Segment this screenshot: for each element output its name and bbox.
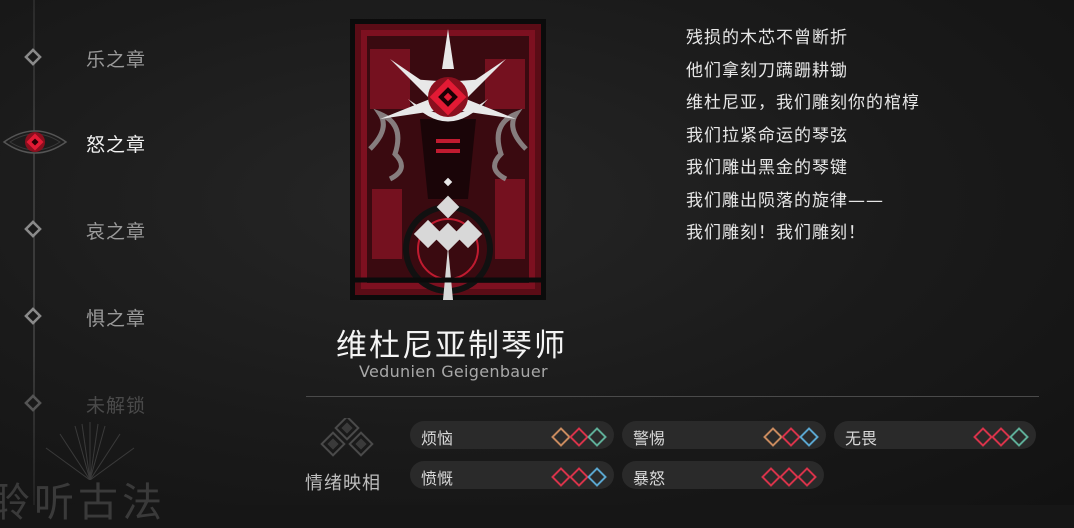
chapter-label: 哀之章 — [86, 221, 147, 243]
section-divider — [306, 396, 1039, 397]
poem-line: 残损的木芯不曾断折 — [686, 28, 848, 48]
diamond-icon — [24, 48, 42, 66]
emotion-label: 暴怒 — [633, 469, 666, 488]
red-gem-icon — [991, 427, 1011, 447]
orange-gem-icon — [551, 427, 571, 447]
red-gem-icon — [797, 467, 817, 487]
corner-title: 聆听古法 — [0, 480, 166, 526]
red-gem-icon — [569, 427, 589, 447]
orange-gem-icon — [763, 427, 783, 447]
blue-gem-icon — [587, 467, 607, 487]
card-name-chinese: 维杜尼亚制琴师 — [336, 328, 567, 364]
emotion-gems — [761, 467, 817, 487]
emotion-gems — [973, 427, 1029, 447]
red-gem-icon — [779, 467, 799, 487]
poem-line: 我们拉紧命运的琴弦 — [686, 125, 848, 146]
blue-gem-icon — [799, 427, 819, 447]
chapter-joy[interactable]: 乐之章 — [0, 37, 240, 77]
emotion-tag-indignation[interactable]: 愤慨 — [410, 461, 614, 489]
emotion-mapping-title: 情绪映相 — [305, 473, 381, 494]
card-artwork — [350, 19, 546, 300]
emotion-label: 愤慨 — [421, 469, 454, 488]
chapter-label: 怒之章 — [86, 134, 147, 156]
emotion-label: 烦恼 — [421, 429, 454, 448]
chapter-label: 惧之章 — [86, 308, 147, 330]
red-gem-icon — [551, 467, 571, 487]
red-gem-icon — [569, 467, 589, 487]
character-card[interactable] — [350, 19, 546, 300]
chapter-label: 乐之章 — [86, 49, 147, 71]
poem-line: 维杜尼亚，我们雕刻你的棺椁 — [686, 93, 920, 113]
teal-gem-icon — [1009, 427, 1029, 447]
red-gem-icon — [973, 427, 993, 447]
diamond-icon — [24, 307, 42, 325]
emotion-gems — [763, 427, 819, 447]
chapter-fear[interactable]: 惧之章 — [0, 296, 240, 336]
poem-text: 残损的木芯不曾断折 他们拿刻刀蹒跚耕锄 维杜尼亚，我们雕刻你的棺椁 我们拉紧命运… — [686, 25, 920, 253]
card-name-english: Vedunien Geigenbauer — [359, 362, 548, 381]
chapter-label: 未解锁 — [86, 395, 147, 417]
eye-icon — [2, 130, 68, 154]
poem-line: 我们雕出黑金的琴键 — [686, 158, 848, 178]
emotion-tag-annoyance[interactable]: 烦恼 — [410, 421, 614, 449]
red-gem-icon — [781, 427, 801, 447]
diamond-icon — [24, 394, 42, 412]
red-gem-icon — [761, 467, 781, 487]
emotion-tag-vigilance[interactable]: 警惕 — [622, 421, 826, 449]
emotion-gems — [551, 467, 607, 487]
chapter-sorrow[interactable]: 哀之章 — [0, 209, 240, 249]
emotion-label: 警惕 — [633, 429, 666, 448]
emotion-label: 无畏 — [845, 429, 878, 448]
emotion-tag-rage[interactable]: 暴怒 — [622, 461, 824, 489]
poem-line: 我们雕刻！我们雕刻！ — [686, 223, 866, 243]
poem-line: 他们拿刻刀蹒跚耕锄 — [686, 60, 848, 81]
emotion-diamonds-icon — [320, 418, 374, 457]
teal-gem-icon — [587, 427, 607, 447]
emotion-tag-fearless[interactable]: 无畏 — [834, 421, 1036, 449]
poem-line: 我们雕出陨落的旋律—— — [686, 190, 884, 211]
chapter-locked: 未解锁 — [0, 383, 240, 423]
diamond-icon — [24, 220, 42, 238]
emotion-gems — [551, 427, 607, 447]
chapter-anger[interactable]: 怒之章 — [0, 122, 240, 162]
